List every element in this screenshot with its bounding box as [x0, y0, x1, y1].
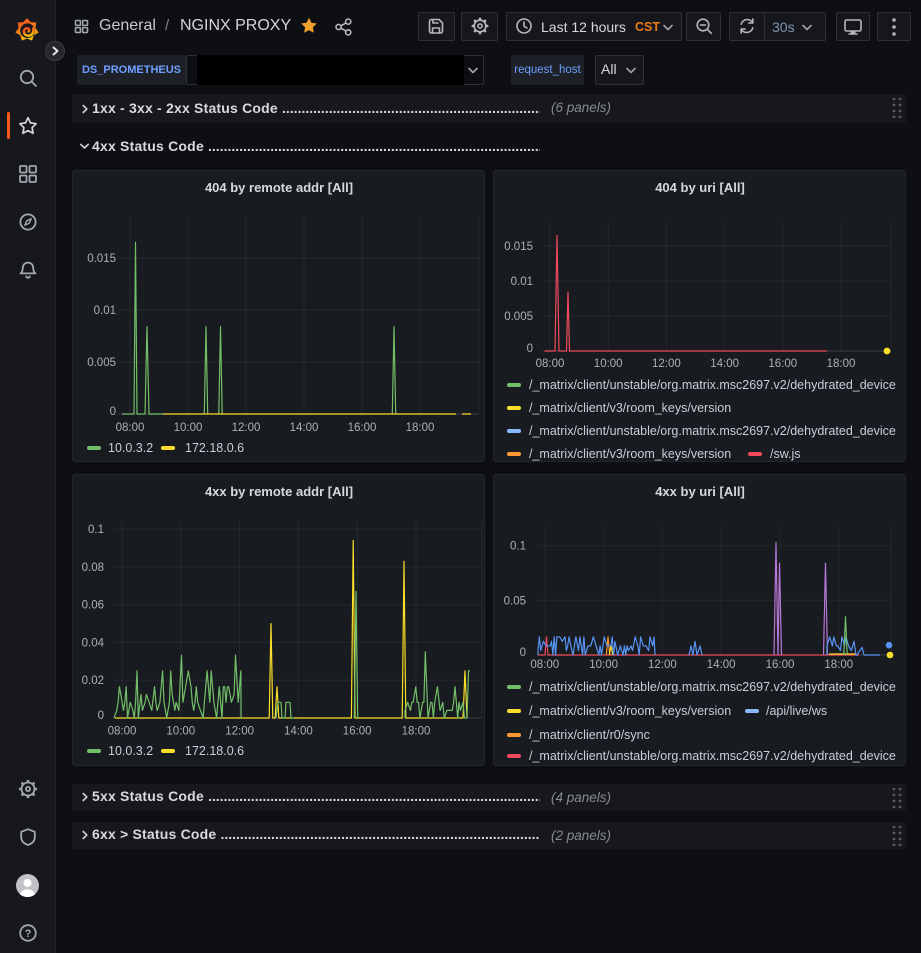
svg-text:/_matrix/client/r0/sync: /_matrix/client/r0/sync [529, 728, 650, 742]
svg-text:172.18.0.6: 172.18.0.6 [185, 441, 244, 455]
svg-text:/_matrix/client/unstable/org.m: /_matrix/client/unstable/org.matrix.msc2… [529, 680, 896, 694]
svg-text:/_matrix/client/v3/room_keys/v: /_matrix/client/v3/room_keys/version [529, 401, 731, 415]
svg-text:/_matrix/client/unstable/org.m: /_matrix/client/unstable/org.matrix.msc2… [529, 424, 896, 438]
svg-text:/api/live/ws: /api/live/ws [766, 704, 827, 718]
svg-text:10.0.3.2: 10.0.3.2 [108, 441, 153, 455]
svg-text:/_matrix/client/v3/room_keys/v: /_matrix/client/v3/room_keys/version [529, 447, 731, 461]
svg-text:/_matrix/client/v3/room_keys/v: /_matrix/client/v3/room_keys/version [529, 704, 731, 718]
svg-text:/_matrix/client/unstable/org.m: /_matrix/client/unstable/org.matrix.msc2… [529, 749, 896, 763]
svg-text:?: ? [25, 928, 32, 940]
svg-text:10.0.3.2: 10.0.3.2 [108, 744, 153, 758]
svg-text:/_matrix/client/unstable/org.m: /_matrix/client/unstable/org.matrix.msc2… [529, 378, 896, 392]
svg-text:172.18.0.6: 172.18.0.6 [185, 744, 244, 758]
svg-text:/sw.js: /sw.js [770, 447, 801, 461]
